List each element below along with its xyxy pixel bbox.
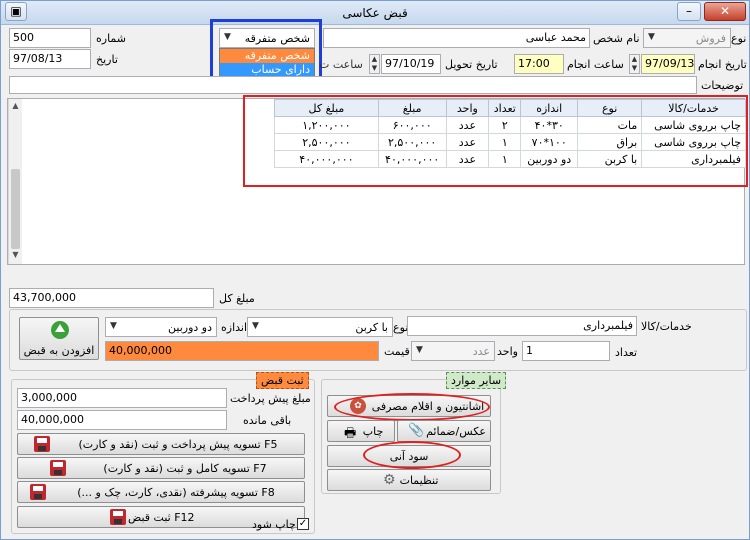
title-bar: قبض عكاسی ▣ – ✕ [1, 1, 749, 25]
window-title: قبض عكاسی [342, 6, 408, 20]
save-icon [30, 484, 46, 500]
chevron-down-icon: ▼ [252, 321, 259, 331]
delivery-date-label: تاریخ تحویل [445, 58, 498, 71]
remaining-field[interactable]: 40,000,000 [17, 410, 227, 430]
window-icon: ▣ [5, 2, 27, 21]
total-amount-label: مبلغ کل [219, 292, 255, 305]
do-date-field[interactable]: 97/09/13 [641, 54, 695, 74]
receipt-window: قبض عكاسی ▣ – ✕ 500 شماره 97/08/13 تاریخ… [0, 0, 750, 540]
delivery-date-field[interactable]: 97/10/19 [381, 54, 441, 74]
settle-prepay-f5-label: تسویه پیش پرداخت و ثبت (نقد و کارت) F5 [78, 438, 278, 451]
unit-value: عدد [472, 345, 490, 358]
service-field[interactable]: فیلمبرداری [407, 316, 637, 336]
size-label: اندازه [221, 321, 248, 334]
settings-label: تنظیمات [399, 474, 439, 487]
chevron-down-icon: ▼ [110, 321, 117, 331]
date-label: تاریخ [96, 53, 118, 66]
do-time-label: ساعت انجام [567, 58, 624, 71]
annotation-red-box [243, 95, 748, 187]
print-checkbox[interactable]: ✓ [297, 518, 309, 530]
person-name-label: نام شخص [593, 32, 640, 45]
photo-attachments-label: عکس/ضمائم [426, 425, 486, 438]
do-date-spinner[interactable]: ▲ ▼ [629, 54, 640, 74]
notes-label: توضیحات [701, 79, 744, 92]
photo-attachments-button[interactable]: 📎 عکس/ضمائم [397, 420, 491, 442]
delivery-date-spinner[interactable]: ▲ ▼ [369, 54, 380, 74]
settle-prepay-f5-button[interactable]: تسویه پیش پرداخت و ثبت (نقد و کارت) F5 [17, 433, 305, 455]
unit-label: واحد [497, 345, 518, 358]
print-label: چاپ [362, 425, 384, 438]
delivery-time-label: ساعت ت [319, 58, 363, 71]
scroll-up-icon[interactable]: ▲ [10, 101, 21, 113]
scroll-down-icon[interactable]: ▼ [10, 250, 21, 262]
prepay-field[interactable]: 3,000,000 [17, 388, 227, 408]
payment-group-title: ثبت قبض [256, 372, 309, 389]
grid-scrollbar[interactable]: ▲ ▼ [8, 99, 22, 264]
save-icon [110, 509, 126, 525]
annotation-blue-box [210, 19, 322, 81]
settle-advanced-f8-button[interactable]: تسویه پیشرفته (نقدی، کارت، چک و ...) F8 [17, 481, 305, 503]
price-field[interactable]: 40,000,000 [105, 341, 379, 361]
prepay-label: مبلغ پیش پرداخت [230, 392, 311, 405]
size-value: دو دوربین [168, 321, 212, 334]
scroll-thumb[interactable] [11, 169, 20, 249]
settle-advanced-f8-label: تسویه پیشرفته (نقدی، کارت، چک و ...) F8 [77, 486, 275, 499]
do-time-field[interactable]: 17:00 [514, 54, 564, 74]
close-button[interactable]: ✕ [704, 2, 746, 21]
type-value: با کربن [355, 321, 388, 334]
qty-field[interactable]: 1 [522, 341, 610, 361]
price-label: قیمت [384, 345, 410, 358]
add-to-receipt-button[interactable]: افزودن به قبض [19, 317, 99, 360]
date-field[interactable]: 97/08/13 [9, 49, 91, 69]
unit-combo[interactable]: عدد ▼ [411, 341, 495, 361]
chevron-down-icon: ▼ [648, 32, 655, 42]
settle-full-f7-button[interactable]: تسویه کامل و ثبت (نقد و کارت) F7 [17, 457, 305, 479]
annotation-ellipse-profit [363, 441, 461, 469]
other-group-title: سایر موارد [446, 372, 507, 389]
arrow-up-icon [51, 321, 69, 339]
remaining-label: باقی مانده [243, 414, 292, 427]
service-label: خدمات/کالا [641, 320, 692, 333]
settle-full-f7-label: تسویه کامل و ثبت (نقد و کارت) F7 [103, 462, 267, 475]
size-combo[interactable]: دو دوربین ▼ [105, 317, 217, 337]
do-date-label: تاریخ انجام [698, 58, 747, 71]
add-to-receipt-label: افزودن به قبض [23, 344, 95, 357]
settings-button[interactable]: ⚙ تنظیمات [327, 469, 491, 491]
minimize-button[interactable]: – [677, 2, 701, 21]
app-icon: ▣ [10, 4, 22, 18]
notes-field[interactable] [9, 76, 697, 94]
sale-type-value: فروش [695, 32, 726, 45]
save-icon [34, 436, 50, 452]
print-button[interactable]: 🖶 چاپ [327, 420, 395, 442]
total-amount-field: 43,700,000 [9, 288, 214, 308]
annotation-ellipse-equipment [334, 393, 490, 421]
sale-type-combo[interactable]: فروش ▼ [643, 28, 731, 48]
chevron-down-icon: ▼ [416, 345, 423, 355]
qty-label: تعداد [615, 346, 638, 359]
print-checkbox-label: چاپ شود [252, 518, 296, 531]
person-name-field[interactable]: محمد عباسی [323, 28, 590, 48]
number-field[interactable]: 500 [9, 28, 91, 48]
type-combo[interactable]: با کربن ▼ [247, 317, 393, 337]
sale-type-label: نوع [731, 32, 747, 45]
save-icon [50, 460, 66, 476]
number-label: شماره [96, 32, 127, 45]
